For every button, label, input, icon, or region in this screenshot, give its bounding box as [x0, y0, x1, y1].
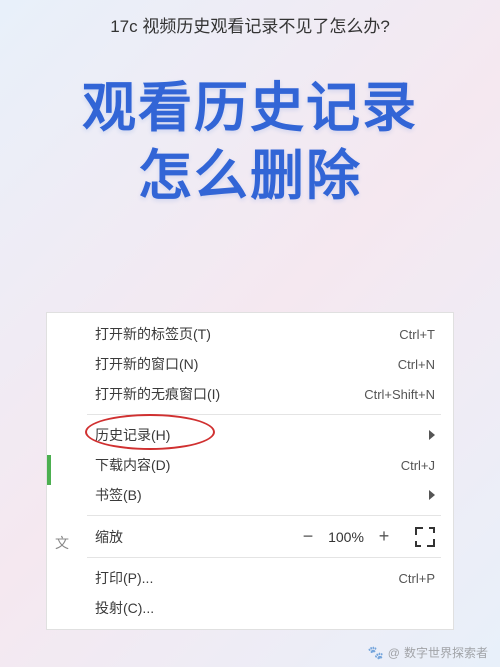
menu-shortcut: Ctrl+Shift+N	[364, 387, 435, 402]
menu-separator	[87, 515, 441, 516]
zoom-label: 缩放	[95, 527, 295, 547]
chevron-right-icon	[429, 430, 435, 440]
zoom-in-button[interactable]: +	[371, 526, 397, 547]
headline: 观看历史记录 怎么删除	[0, 75, 500, 210]
menu-item-new-tab[interactable]: 打开新的标签页(T) Ctrl+T	[47, 319, 453, 349]
chevron-right-icon	[429, 490, 435, 500]
menu-item-bookmarks[interactable]: 书签(B)	[47, 480, 453, 510]
browser-menu-screenshot: 打开新的标签页(T) Ctrl+T 打开新的窗口(N) Ctrl+N 打开新的无…	[46, 312, 454, 630]
page-title: 17c 视频历史观看记录不见了怎么办?	[0, 0, 500, 45]
menu-separator	[87, 557, 441, 558]
menu-item-cast[interactable]: 投射(C)...	[47, 593, 453, 623]
menu-item-zoom: 缩放 − 100% +	[47, 521, 453, 552]
menu-shortcut: Ctrl+P	[399, 571, 435, 586]
menu-label: 书签(B)	[95, 485, 421, 505]
menu-label: 打开新的无痕窗口(I)	[95, 384, 364, 404]
attribution: 🐾 @ 数字世界探索者	[368, 644, 488, 661]
menu-label: 打印(P)...	[95, 568, 399, 588]
menu-label: 打开新的标签页(T)	[95, 324, 399, 344]
fullscreen-icon[interactable]	[415, 527, 435, 547]
zoom-value: 100%	[321, 529, 371, 545]
attribution-name: 数字世界探索者	[404, 644, 488, 661]
menu-shortcut: Ctrl+J	[401, 458, 435, 473]
menu-shortcut: Ctrl+T	[399, 327, 435, 342]
menu-label: 投射(C)...	[95, 598, 435, 618]
menu-item-incognito[interactable]: 打开新的无痕窗口(I) Ctrl+Shift+N	[47, 379, 453, 409]
menu-shortcut: Ctrl+N	[398, 357, 435, 372]
menu-item-history[interactable]: 历史记录(H)	[47, 420, 453, 450]
menu-item-print[interactable]: 打印(P)... Ctrl+P	[47, 563, 453, 593]
paw-icon: 🐾	[368, 645, 384, 661]
menu-label: 历史记录(H)	[95, 425, 421, 445]
menu-label: 下载内容(D)	[95, 455, 401, 475]
menu-item-downloads[interactable]: 下载内容(D) Ctrl+J	[47, 450, 453, 480]
side-text-fragment: 文	[55, 533, 69, 553]
menu-item-new-window[interactable]: 打开新的窗口(N) Ctrl+N	[47, 349, 453, 379]
attribution-prefix: @	[388, 646, 400, 660]
headline-line-2: 怎么删除	[0, 143, 500, 211]
headline-line-1: 观看历史记录	[0, 75, 500, 143]
menu-separator	[87, 414, 441, 415]
zoom-out-button[interactable]: −	[295, 526, 321, 547]
menu-label: 打开新的窗口(N)	[95, 354, 398, 374]
